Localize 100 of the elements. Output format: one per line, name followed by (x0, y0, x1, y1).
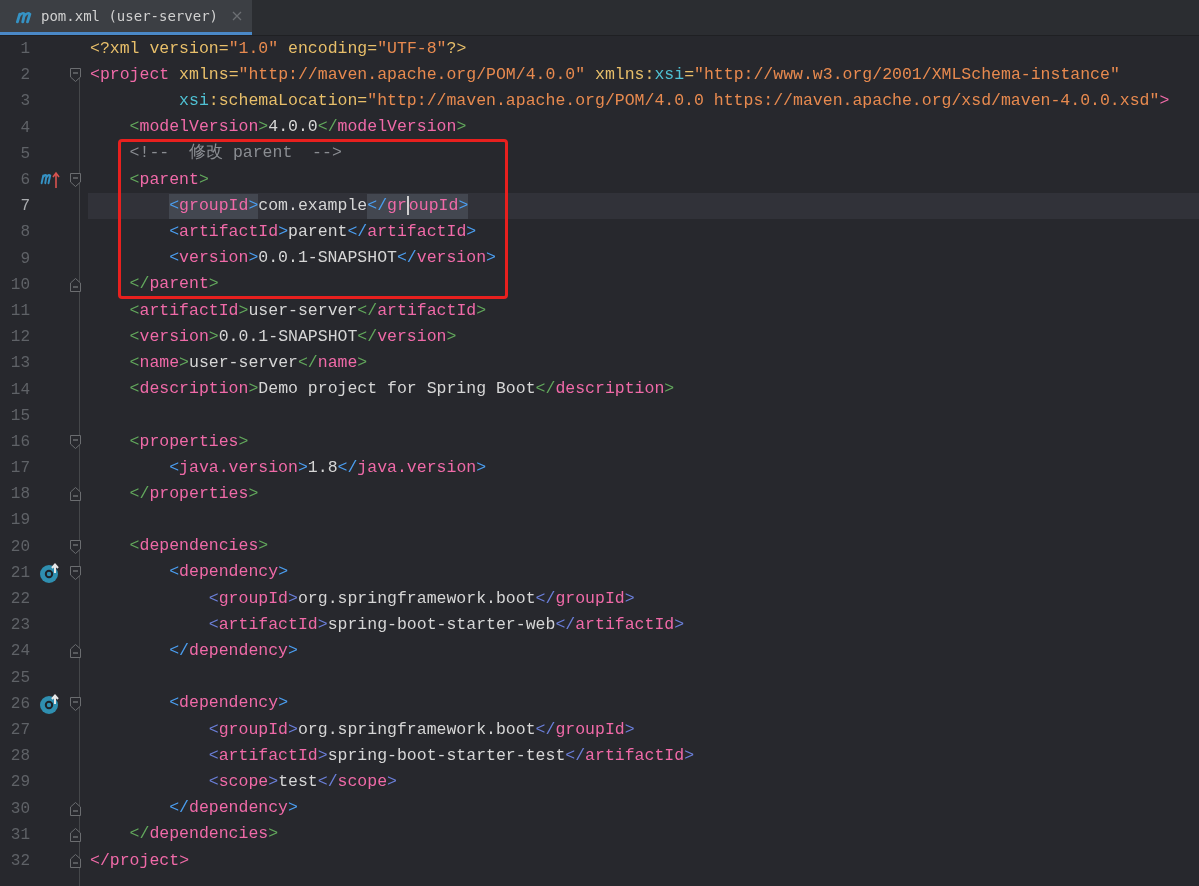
fold-end-marker-icon[interactable] (70, 644, 81, 659)
tag-bracket: > (288, 798, 298, 818)
tag-name: groupId (555, 588, 625, 608)
element-text: test (278, 771, 318, 791)
tag-bracket: < (129, 117, 140, 137)
tag-name: artifactId (585, 745, 685, 765)
tag-bracket: > (476, 300, 487, 320)
tag-bracket: > (288, 588, 298, 608)
element-text: spring-boot-starter-web (327, 614, 556, 634)
fold-marker-icon[interactable] (70, 68, 81, 83)
tag-name: groupId (179, 195, 249, 215)
fold-end-marker-icon[interactable] (70, 853, 81, 868)
tag-bracket: </ (555, 614, 576, 634)
fold-marker-icon[interactable] (70, 539, 81, 554)
dependency-icon[interactable] (39, 692, 61, 715)
tag-bracket: < (169, 195, 180, 215)
tag-name: modelVersion (139, 117, 259, 137)
element-text: org.springframework.boot (297, 588, 536, 608)
line-number: 28 (9, 746, 30, 768)
line-number: 15 (9, 405, 30, 427)
attribute-value: "http://maven.apache.org/POM/4.0.0" (238, 64, 586, 84)
line-number: 23 (9, 615, 30, 637)
tag-name: groupId (218, 719, 288, 739)
attribute-name: encoding= (287, 38, 378, 58)
line-number: 22 (9, 589, 30, 611)
fold-end-marker-icon[interactable] (70, 801, 81, 816)
tag-bracket: < (208, 771, 219, 791)
fold-marker-icon[interactable] (70, 696, 81, 711)
attribute-value: "http://www.w3.org/2001/XMLSchema-instance" (694, 64, 1120, 84)
tag-name: java.version (357, 457, 477, 477)
tag-bracket: > (278, 693, 289, 713)
fold-end-marker-icon[interactable] (70, 277, 81, 292)
tag-bracket: > (198, 169, 209, 189)
tag-bracket: </ (535, 379, 556, 399)
fold-marker-icon[interactable] (70, 173, 81, 188)
tag-bracket: > (674, 614, 685, 634)
element-text: parent (288, 222, 348, 242)
tag-name: modelVersion (337, 117, 457, 137)
fold-end-marker-icon[interactable] (70, 827, 81, 842)
tag-bracket: > (446, 326, 457, 346)
tag-bracket: < (208, 745, 219, 765)
tag-name: name (317, 352, 358, 372)
close-icon[interactable] (232, 11, 242, 21)
tag-bracket: > (268, 824, 279, 844)
xml-declaration: <?xml (90, 38, 140, 58)
namespace-prefix: xsi (179, 91, 209, 111)
tag-bracket: > (248, 248, 259, 268)
tag-name: properties (139, 431, 239, 451)
tag-bracket: > (317, 614, 328, 634)
tag-name: artifactId (218, 745, 318, 765)
tag-bracket: </ (535, 588, 556, 608)
fold-marker-icon[interactable] (70, 434, 81, 449)
tag-bracket: </ (347, 222, 368, 242)
dependency-icon[interactable] (39, 561, 61, 584)
tag-name: name (139, 352, 180, 372)
maven-parent-icon[interactable] (40, 171, 60, 190)
tag-name: project (99, 64, 170, 84)
tag-bracket: < (129, 169, 140, 189)
tag-bracket: > (624, 719, 635, 739)
editor-tab[interactable]: pom.xml (user-server) (0, 0, 252, 35)
element-text: spring-boot-starter-test (327, 745, 566, 765)
tag-bracket: < (129, 431, 140, 451)
element-text: user-server (248, 300, 358, 320)
tag-name: groupId (218, 588, 288, 608)
line-number: 26 (9, 693, 30, 715)
line-number: 32 (9, 850, 30, 872)
element-text: Demo project for Spring Boot (258, 379, 536, 399)
line-number: 21 (9, 562, 30, 584)
tag-name: oupId (408, 195, 459, 215)
tag-bracket: </ (317, 117, 338, 137)
tag-bracket: > (486, 248, 496, 268)
tag-bracket: > (297, 457, 308, 477)
line-number: 7 (19, 196, 30, 218)
line-number: 4 (19, 117, 30, 139)
tag-name: java.version (179, 457, 298, 477)
tag-name: scope (337, 771, 388, 791)
line-number: 27 (9, 719, 30, 741)
tag-bracket: > (248, 483, 259, 503)
tag-name: parent (139, 169, 199, 189)
tag-bracket: > (208, 274, 219, 294)
tag-name: version (139, 326, 209, 346)
fold-end-marker-icon[interactable] (70, 487, 81, 502)
tag-bracket: </ (90, 850, 110, 870)
tag-bracket: > (278, 562, 289, 582)
xml-declaration: ?> (446, 38, 467, 58)
tag-bracket: > (357, 352, 368, 372)
line-number: 20 (9, 536, 30, 558)
element-text: 1.8 (307, 457, 338, 477)
tag-name: dependency (189, 641, 289, 661)
element-text: 0.0.1-SNAPSHOT (218, 326, 358, 346)
tag-bracket: </ (337, 457, 358, 477)
attribute-value: "1.0" (228, 38, 279, 58)
tag-bracket: > (476, 457, 487, 477)
tag-bracket: </ (169, 798, 189, 818)
tag-bracket: > (258, 536, 269, 556)
tag-bracket: </ (169, 641, 189, 661)
tag-bracket: > (238, 300, 249, 320)
tag-name: artifactId (575, 614, 675, 634)
fold-marker-icon[interactable] (70, 565, 81, 580)
element-text: 0.0.1-SNAPSHOT (258, 248, 397, 268)
